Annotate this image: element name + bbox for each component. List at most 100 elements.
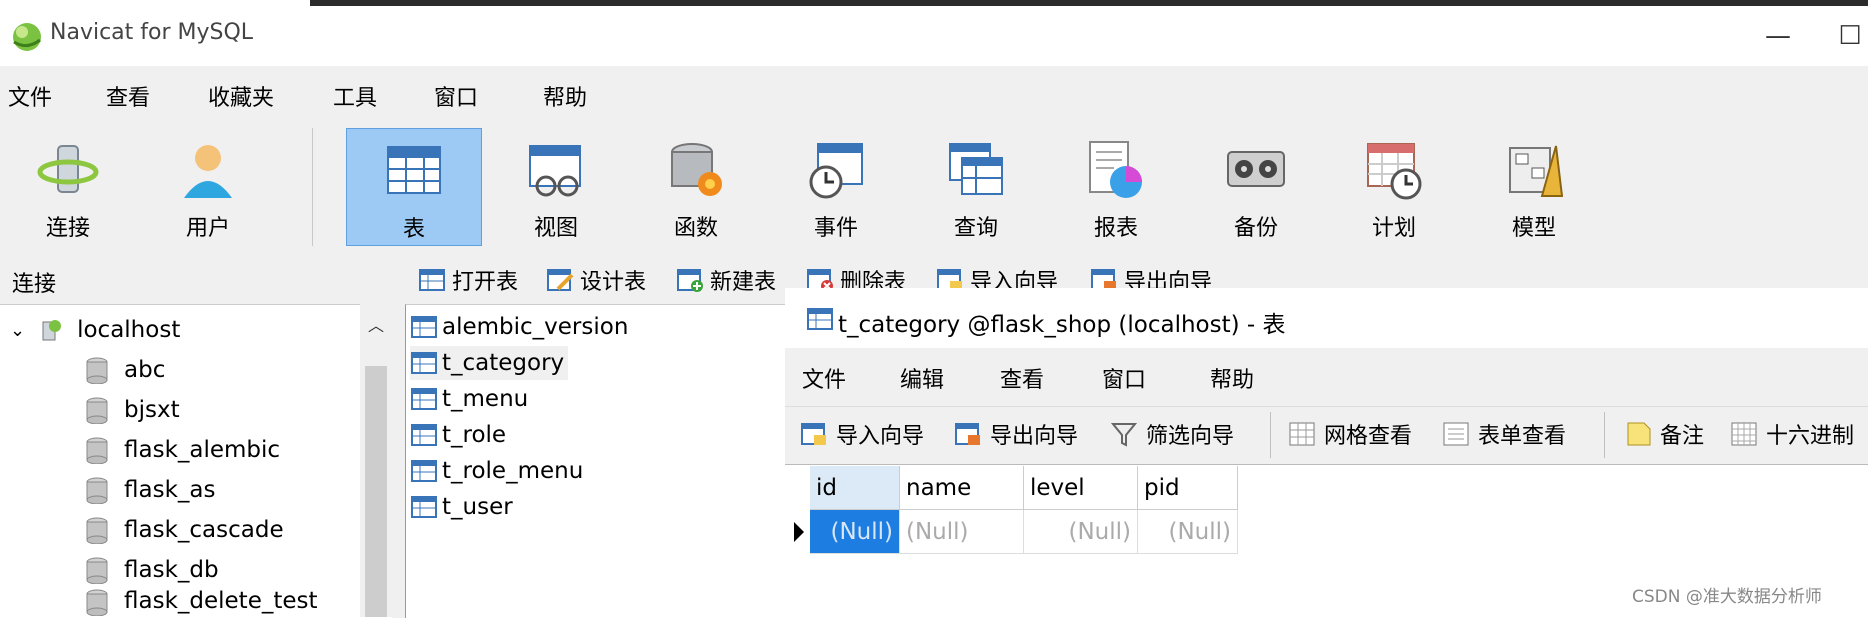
grid-cell[interactable]: (Null)	[1138, 510, 1238, 554]
table-icon	[387, 146, 441, 194]
menu-bar	[0, 66, 1868, 123]
open-table-icon	[419, 269, 445, 291]
table-icon	[807, 308, 833, 330]
toolbar-view-button[interactable]: 视图	[488, 128, 624, 246]
open-table-button[interactable]: 打开表	[418, 264, 518, 296]
connection-panel-title: 连接	[12, 272, 57, 297]
minimize-button[interactable]: —	[1750, 14, 1806, 58]
menu-view[interactable]: 查看	[106, 80, 150, 112]
user-icon	[184, 145, 232, 198]
menu-window[interactable]: 窗口	[434, 80, 478, 112]
new-table-button[interactable]: 新建表	[676, 264, 776, 296]
watermark-text: CSDN @准大数据分析师	[1632, 587, 1822, 607]
current-row-arrow-icon	[794, 522, 804, 542]
table-list-item[interactable]: alembic_version	[410, 310, 632, 344]
inner-import-wizard-button[interactable]: 导入向导	[800, 418, 924, 450]
database-icon	[86, 517, 108, 544]
grid-cell[interactable]: (Null)	[810, 510, 900, 554]
query-icon	[949, 143, 1003, 195]
grid-column-header-name[interactable]: name	[900, 466, 1024, 510]
inner-menu-edit[interactable]: 编辑	[900, 362, 944, 394]
grid-cell[interactable]: (Null)	[900, 510, 1024, 554]
toolbar-query-button[interactable]: 查询	[908, 128, 1044, 246]
inner-menu-file[interactable]: 文件	[802, 362, 846, 394]
database-icon	[86, 477, 108, 504]
table-icon	[411, 316, 437, 338]
database-icon	[86, 397, 108, 424]
inner-export-wizard-button[interactable]: 导出向导	[954, 418, 1078, 450]
scrollbar-thumb[interactable]	[365, 366, 387, 617]
toolbar-user-button[interactable]: 用户	[140, 128, 276, 246]
tree-item-database[interactable]: flask_delete_test	[84, 588, 318, 617]
event-icon	[809, 143, 863, 199]
tree-item-database[interactable]: flask_db	[84, 550, 219, 590]
tree-item-database[interactable]: bjsxt	[84, 390, 180, 430]
tree-item-database[interactable]: flask_as	[84, 470, 215, 510]
maximize-button[interactable]: ☐	[1822, 14, 1868, 58]
model-icon	[1509, 145, 1564, 197]
tree-item-database[interactable]: abc	[84, 350, 165, 390]
table-window-menubar	[785, 348, 1868, 406]
menu-file[interactable]: 文件	[8, 80, 52, 112]
inner-menu-view[interactable]: 查看	[1000, 362, 1044, 394]
toolbar-connection-button[interactable]: 连接	[0, 128, 136, 246]
table-list-item[interactable]: t_menu	[410, 382, 532, 416]
function-icon	[671, 143, 722, 196]
database-icon	[86, 437, 108, 464]
tree-item-database[interactable]: flask_cascade	[84, 510, 284, 550]
inner-menu-help[interactable]: 帮助	[1210, 362, 1254, 394]
toolbar-function-button[interactable]: 函数	[628, 128, 764, 246]
table-icon	[411, 424, 437, 446]
grid-view-button[interactable]: 网格查看	[1288, 418, 1412, 450]
table-icon	[411, 460, 437, 482]
import-icon	[801, 423, 826, 445]
design-table-button[interactable]: 设计表	[546, 264, 646, 296]
toolbar-divider	[1270, 412, 1271, 458]
toolbar-report-button[interactable]: 报表	[1048, 128, 1184, 246]
new-table-icon	[677, 269, 703, 292]
hex-button[interactable]: 十六进制	[1730, 418, 1854, 450]
form-view-button[interactable]: 表单查看	[1442, 418, 1566, 450]
design-table-icon	[547, 269, 574, 291]
toolbar-event-button[interactable]: 事件	[768, 128, 904, 246]
hex-icon	[1731, 422, 1757, 446]
tree-scrollbar[interactable]: ︿	[360, 304, 392, 617]
toolbar-divider	[312, 128, 313, 246]
menu-help[interactable]: 帮助	[543, 80, 587, 112]
grid-column-header-level[interactable]: level	[1024, 466, 1138, 510]
schedule-icon	[1367, 143, 1422, 200]
toolbar-divider	[1604, 412, 1605, 458]
filter-icon	[1110, 423, 1138, 447]
grid-column-header-id[interactable]: id	[810, 466, 900, 510]
toolbar-backup-button[interactable]: 备份	[1188, 128, 1324, 246]
database-icon	[86, 357, 108, 384]
navicat-logo-icon	[13, 23, 41, 51]
backup-icon	[1227, 151, 1285, 187]
memo-button[interactable]: 备注	[1624, 418, 1704, 450]
server-connection-icon	[42, 320, 62, 341]
table-list-item[interactable]: t_role_menu	[410, 454, 587, 488]
view-icon	[529, 145, 581, 197]
toolbar-schedule-button[interactable]: 计划	[1326, 128, 1462, 246]
toolbar-model-button[interactable]: 模型	[1466, 128, 1602, 246]
toolbar-table-button[interactable]: 表	[346, 128, 482, 246]
grid-cell[interactable]: (Null)	[1024, 510, 1138, 554]
form-icon	[1443, 422, 1469, 446]
chevron-down-icon[interactable]: ⌄	[10, 320, 25, 341]
table-icon	[411, 352, 437, 374]
tree-item-localhost[interactable]: ⌄ localhost	[10, 310, 180, 350]
tree-item-database[interactable]: flask_alembic	[84, 430, 280, 470]
report-icon	[1089, 141, 1142, 198]
menu-favorites[interactable]: 收藏夹	[208, 80, 274, 112]
table-list-item[interactable]: t_role	[410, 418, 510, 452]
export-icon	[955, 423, 980, 445]
scroll-up-arrow-icon[interactable]: ︿	[368, 312, 384, 336]
filter-wizard-button[interactable]: 筛选向导	[1110, 418, 1234, 450]
connection-icon	[37, 145, 99, 193]
table-icon	[411, 388, 437, 410]
inner-menu-window[interactable]: 窗口	[1102, 362, 1146, 394]
table-list-item[interactable]: t_user	[410, 490, 517, 524]
grid-column-header-pid[interactable]: pid	[1138, 466, 1238, 510]
menu-tools[interactable]: 工具	[333, 80, 377, 112]
table-list-item-selected[interactable]: t_category	[410, 346, 569, 380]
